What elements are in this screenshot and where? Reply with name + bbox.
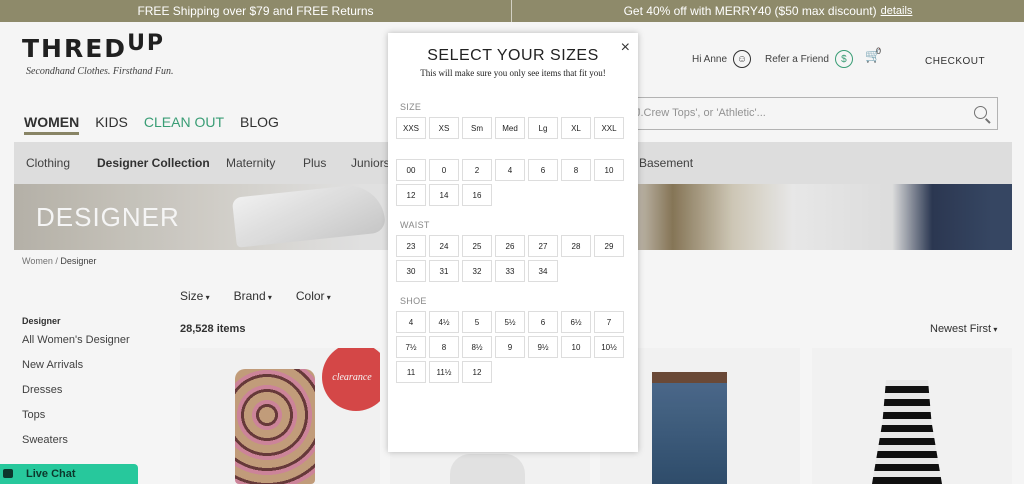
promo-details-link[interactable]: details [881,5,913,17]
size-option[interactable]: XXS [396,117,426,139]
waist-option[interactable]: 23 [396,235,426,257]
promo-shipping: FREE Shipping over $79 and FREE Returns [0,0,512,22]
shoe-option[interactable]: 6 [528,311,558,333]
waist-grid: 23 24 25 26 27 28 29 30 31 32 33 34 [396,235,638,282]
shoe-option[interactable]: 6½ [561,311,591,333]
promo-discount: Get 40% off with MERRY40 ($50 max discou… [512,0,1024,22]
shoe-option[interactable]: 4 [396,311,426,333]
shoe-option[interactable]: 9½ [528,336,558,358]
waist-option[interactable]: 25 [462,235,492,257]
promo-shipping-text: FREE Shipping over $79 and FREE Returns [137,4,374,18]
size-option[interactable]: XXL [594,117,624,139]
size-option[interactable]: 6 [528,159,558,181]
size-option[interactable]: 16 [462,184,492,206]
shoe-option[interactable]: 10½ [594,336,624,358]
promo-discount-text: Get 40% off with MERRY40 ($50 max discou… [623,4,877,18]
size-selection-modal: × SELECT YOUR SIZES This will make sure … [388,33,638,452]
waist-option[interactable]: 24 [429,235,459,257]
promo-bar: FREE Shipping over $79 and FREE Returns … [0,0,1024,22]
size-option[interactable]: 0 [429,159,459,181]
shoe-option[interactable]: 10 [561,336,591,358]
size-option[interactable]: 12 [396,184,426,206]
shoe-option[interactable]: 4½ [429,311,459,333]
shoe-option[interactable]: 8 [429,336,459,358]
waist-option[interactable]: 32 [462,260,492,282]
modal-title: SELECT YOUR SIZES [427,47,599,64]
size-option[interactable]: Lg [528,117,558,139]
shoe-option[interactable]: 11 [396,361,426,383]
size-section-label: SIZE [400,102,422,112]
shoe-option[interactable]: 11½ [429,361,459,383]
shoe-option[interactable]: 5½ [495,311,525,333]
size-option[interactable]: Sm [462,117,492,139]
size-option[interactable]: XL [561,117,591,139]
waist-option[interactable]: 28 [561,235,591,257]
close-icon[interactable]: × [621,39,630,57]
shoe-option[interactable]: 7 [594,311,624,333]
size-letter-grid: XXS XS Sm Med Lg XL XXL [396,117,638,139]
size-option[interactable]: 00 [396,159,426,181]
size-option[interactable]: 2 [462,159,492,181]
waist-option[interactable]: 33 [495,260,525,282]
size-option[interactable]: XS [429,117,459,139]
shoe-option[interactable]: 9 [495,336,525,358]
shoe-option[interactable]: 7½ [396,336,426,358]
waist-option[interactable]: 30 [396,260,426,282]
size-option[interactable]: 14 [429,184,459,206]
modal-subtitle: This will make sure you only see items t… [420,68,606,78]
waist-section-label: WAIST [400,220,430,230]
waist-option[interactable]: 29 [594,235,624,257]
shoe-option[interactable]: 8½ [462,336,492,358]
size-option[interactable]: 4 [495,159,525,181]
shoe-option[interactable]: 12 [462,361,492,383]
shoe-grid: 4 4½ 5 5½ 6 6½ 7 7½ 8 8½ 9 9½ 10 10½ 11 11½ 12 [396,311,638,383]
size-option[interactable]: 10 [594,159,624,181]
size-option[interactable]: 8 [561,159,591,181]
size-number-grid: 00 0 2 4 6 8 10 12 14 16 [396,159,638,206]
waist-option[interactable]: 31 [429,260,459,282]
waist-option[interactable]: 34 [528,260,558,282]
waist-option[interactable]: 27 [528,235,558,257]
size-option[interactable]: Med [495,117,525,139]
waist-option[interactable]: 26 [495,235,525,257]
shoe-section-label: SHOE [400,296,427,306]
shoe-option[interactable]: 5 [462,311,492,333]
